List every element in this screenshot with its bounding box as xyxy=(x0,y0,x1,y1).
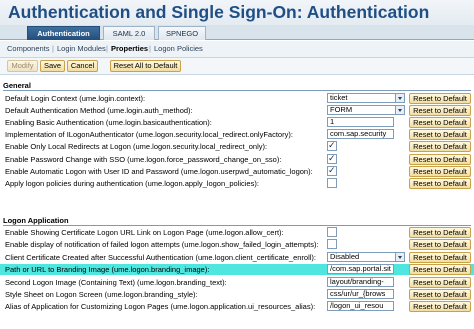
property-label: Alias of Application for Customizing Log… xyxy=(5,302,316,312)
property-input[interactable]: 1 xyxy=(327,117,394,128)
select-value: FORM xyxy=(330,105,353,115)
chevron-down-icon[interactable] xyxy=(395,94,404,102)
property-row: Enabling Basic Authentication (ume.login… xyxy=(0,117,474,129)
property-select[interactable]: Disabled xyxy=(327,251,405,262)
reset-to-default-button[interactable]: Reset to Default xyxy=(409,264,471,276)
property-select[interactable]: FORM xyxy=(327,105,405,116)
section-logon-application-title: Logon Application xyxy=(3,216,69,225)
reset-to-default-button[interactable]: Reset to Default xyxy=(409,153,471,165)
subtab-separator: | xyxy=(106,44,108,53)
property-checkbox[interactable]: ✓ xyxy=(327,152,337,164)
tab-authentication[interactable]: Authentication xyxy=(27,26,100,40)
property-row: Style Sheet on Logon Screen (ume.logon.b… xyxy=(0,289,474,300)
property-label: Enable Automatic Logon with User ID and … xyxy=(5,166,313,176)
tab-spnego[interactable]: SPNEGO xyxy=(158,26,206,40)
subtab-logon-policies[interactable]: Logon Policies xyxy=(154,44,203,53)
property-row: Second Logon Image (Containing Text) (um… xyxy=(0,276,474,288)
property-checkbox[interactable] xyxy=(327,239,337,250)
property-input[interactable]: layout/branding- xyxy=(327,276,394,287)
subtab-components[interactable]: Components xyxy=(7,44,50,53)
reset-to-default-button[interactable]: Reset to Default xyxy=(409,141,471,153)
reset-to-default-button[interactable]: Reset to Default xyxy=(409,289,471,300)
reset-to-default-button[interactable]: Reset to Default xyxy=(409,177,471,189)
property-label: Enabling Basic Authentication (ume.login… xyxy=(5,118,212,128)
property-checkbox[interactable]: ✓ xyxy=(327,164,337,176)
subtab-separator: | xyxy=(149,44,151,53)
property-label: Client Certificate Created after Success… xyxy=(5,252,316,262)
checkmark-icon: ✓ xyxy=(328,152,336,163)
property-label: Path or URL to Branding Image (ume.logon… xyxy=(5,264,210,276)
reset-all-button[interactable]: Reset All to Default xyxy=(110,60,181,72)
main-tab-bar: Authentication SAML 2.0 SPNEGO xyxy=(0,25,474,40)
property-row: Enable Automatic Logon with User ID and … xyxy=(0,164,474,177)
reset-to-default-button[interactable]: Reset to Default xyxy=(409,301,471,313)
reset-to-default-button[interactable]: Reset to Default xyxy=(409,251,471,263)
reset-to-default-button[interactable]: Reset to Default xyxy=(409,129,471,141)
subtab-login-modules[interactable]: Login Modules xyxy=(57,44,106,53)
chevron-down-icon[interactable] xyxy=(395,252,404,261)
reset-to-default-button[interactable]: Reset to Default xyxy=(409,105,471,117)
property-select[interactable]: ticket xyxy=(327,93,405,103)
checkmark-icon: ✓ xyxy=(328,164,336,175)
property-input[interactable]: css/ur/ur_{brows xyxy=(327,289,394,299)
property-row: Path or URL to Branding Image (ume.logon… xyxy=(0,264,474,276)
property-label: Default Authentication Method (ume.login… xyxy=(5,106,193,116)
page-title: Authentication and Single Sign-On: Authe… xyxy=(0,0,474,25)
property-label: Enable display of notification of failed… xyxy=(5,240,319,250)
property-label: Enable Only Local Redirects at Logon (um… xyxy=(5,142,268,152)
cancel-button[interactable]: Cancel xyxy=(67,60,98,72)
property-input[interactable]: com.sap.security xyxy=(327,129,394,140)
toolbar: Modify Save Cancel Reset All to Default xyxy=(0,58,474,75)
property-row: Enable Showing Certificate Logon URL Lin… xyxy=(0,227,474,238)
modify-button[interactable]: Modify xyxy=(7,60,38,72)
reset-to-default-button[interactable]: Reset to Default xyxy=(409,227,471,238)
property-input[interactable]: /logon_ui_resou xyxy=(327,301,394,312)
property-row: Apply logon policies during authenticati… xyxy=(0,177,474,189)
property-row: Client Certificate Created after Success… xyxy=(0,251,474,263)
property-row: Implementation of ILogonAuthenticator (u… xyxy=(0,129,474,141)
property-row: Enable Password Change with SSO (ume.log… xyxy=(0,152,474,165)
property-checkbox[interactable]: ✓ xyxy=(327,140,337,152)
select-value: Disabled xyxy=(330,251,360,261)
reset-to-default-button[interactable]: Reset to Default xyxy=(409,93,471,104)
section-divider xyxy=(3,225,471,226)
checkmark-icon: ✓ xyxy=(328,140,336,151)
reset-to-default-button[interactable]: Reset to Default xyxy=(409,117,471,129)
section-divider xyxy=(3,90,471,91)
save-button[interactable]: Save xyxy=(40,60,65,72)
property-label: Enable Showing Certificate Logon URL Lin… xyxy=(5,228,284,237)
tab-saml[interactable]: SAML 2.0 xyxy=(103,26,155,40)
property-label: Enable Password Change with SSO (ume.log… xyxy=(5,154,282,164)
reset-to-default-button[interactable]: Reset to Default xyxy=(409,165,471,177)
subtab-properties[interactable]: Properties xyxy=(111,44,148,53)
section-general-title: General xyxy=(3,81,31,90)
property-label: Second Logon Image (Containing Text) (um… xyxy=(5,277,227,287)
property-row: Enable Only Local Redirects at Logon (um… xyxy=(0,140,474,153)
property-label: Default Login Context (ume.login.context… xyxy=(5,94,146,103)
property-row: Alias of Application for Customizing Log… xyxy=(0,301,474,313)
property-input[interactable]: /com.sap.portal.sit xyxy=(327,264,394,275)
property-row: Default Login Context (ume.login.context… xyxy=(0,93,474,104)
property-checkbox[interactable] xyxy=(327,177,337,188)
property-label: Style Sheet on Logon Screen (ume.logon.b… xyxy=(5,290,198,299)
property-row: Enable display of notification of failed… xyxy=(0,239,474,251)
sub-tab-bar: Components | Login Modules | Properties … xyxy=(0,41,474,58)
reset-to-default-button[interactable]: Reset to Default xyxy=(409,276,471,288)
reset-to-default-button[interactable]: Reset to Default xyxy=(409,239,471,251)
select-value: ticket xyxy=(330,93,348,102)
property-row: Default Authentication Method (ume.login… xyxy=(0,105,474,117)
chevron-down-icon[interactable] xyxy=(395,106,404,115)
subtab-separator: | xyxy=(52,44,54,53)
property-label: Implementation of ILogonAuthenticator (u… xyxy=(5,130,293,140)
property-label: Apply logon policies during authenticati… xyxy=(5,178,259,188)
property-checkbox[interactable] xyxy=(327,227,337,237)
